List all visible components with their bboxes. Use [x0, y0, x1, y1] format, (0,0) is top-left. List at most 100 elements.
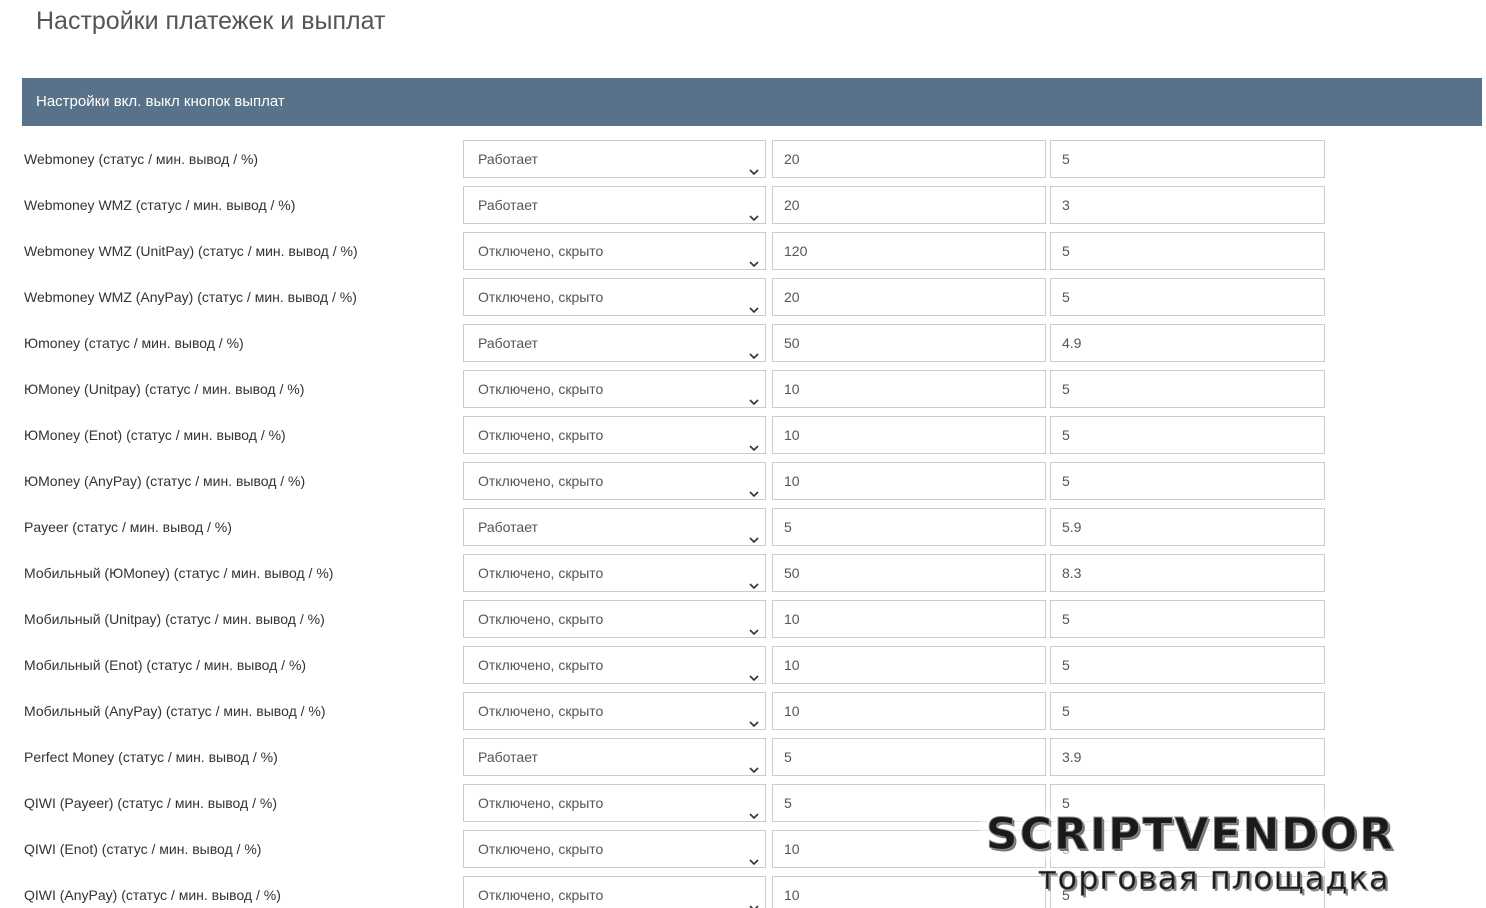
chevron-down-icon	[749, 568, 759, 590]
percent-input[interactable]: 5	[1050, 600, 1325, 638]
status-select[interactable]: Отключено, скрыто	[463, 370, 766, 408]
settings-row: Мобильный (AnyPay) (статус / мин. вывод …	[0, 688, 1486, 734]
panel-title: Настройки вкл. выкл кнопок выплат	[36, 93, 285, 110]
percent-input[interactable]: 5	[1050, 370, 1325, 408]
row-label: Webmoney WMZ (AnyPay) (статус / мин. выв…	[24, 289, 357, 305]
chevron-down-icon	[749, 292, 759, 314]
row-label: QIWI (Enot) (статус / мин. вывод / %)	[24, 841, 262, 857]
chevron-down-icon	[749, 660, 759, 682]
chevron-down-icon	[749, 246, 759, 268]
status-select[interactable]: Отключено, скрыто	[463, 830, 766, 868]
status-select[interactable]: Отключено, скрыто	[463, 278, 766, 316]
status-select-value: Отключено, скрыто	[478, 427, 604, 443]
row-label: Webmoney WMZ (статус / мин. вывод / %)	[24, 197, 296, 213]
row-label: ЮMoney (Enot) (статус / мин. вывод / %)	[24, 427, 286, 443]
row-label: ЮMoney (Unitpay) (статус / мин. вывод / …	[24, 381, 305, 397]
chevron-down-icon	[749, 752, 759, 774]
row-label: Юmoney (статус / мин. вывод / %)	[24, 335, 244, 351]
min-withdraw-input[interactable]: 10	[772, 600, 1046, 638]
min-withdraw-input[interactable]: 5	[772, 738, 1046, 776]
min-withdraw-input[interactable]: 50	[772, 324, 1046, 362]
min-withdraw-input[interactable]: 10	[772, 416, 1046, 454]
status-select[interactable]: Отключено, скрыто	[463, 232, 766, 270]
row-label: Perfect Money (статус / мин. вывод / %)	[24, 749, 278, 765]
min-withdraw-input[interactable]: 5	[772, 508, 1046, 546]
percent-input[interactable]: 5	[1050, 646, 1325, 684]
min-withdraw-input[interactable]: 10	[772, 692, 1046, 730]
chevron-down-icon	[749, 200, 759, 222]
min-withdraw-input[interactable]: 120	[772, 232, 1046, 270]
status-select-value: Отключено, скрыто	[478, 243, 604, 259]
percent-input[interactable]: 5	[1050, 416, 1325, 454]
status-select[interactable]: Работает	[463, 140, 766, 178]
status-select[interactable]: Отключено, скрыто	[463, 646, 766, 684]
settings-row: Мобильный (ЮMoney) (статус / мин. вывод …	[0, 550, 1486, 596]
status-select-value: Отключено, скрыто	[478, 795, 604, 811]
min-withdraw-input[interactable]: 10	[772, 876, 1046, 908]
settings-row: QIWI (Enot) (статус / мин. вывод / %) Отк…	[0, 826, 1486, 872]
settings-row: Webmoney (статус / мин. вывод / %) Работа…	[0, 136, 1486, 182]
percent-input[interactable]: 5	[1050, 140, 1325, 178]
status-select-value: Работает	[478, 519, 538, 535]
min-withdraw-input[interactable]: 10	[772, 830, 1046, 868]
min-withdraw-input[interactable]: 20	[772, 278, 1046, 316]
settings-row: Webmoney WMZ (UnitPay) (статус / мин. вы…	[0, 228, 1486, 274]
status-select[interactable]: Работает	[463, 324, 766, 362]
percent-input[interactable]: 5	[1050, 876, 1325, 908]
status-select[interactable]: Отключено, скрыто	[463, 876, 766, 908]
settings-row: ЮMoney (Unitpay) (статус / мин. вывод / …	[0, 366, 1486, 412]
row-label: Payeer (статус / мин. вывод / %)	[24, 519, 232, 535]
min-withdraw-input[interactable]: 10	[772, 370, 1046, 408]
status-select-value: Работает	[478, 197, 538, 213]
status-select[interactable]: Отключено, скрыто	[463, 784, 766, 822]
status-select[interactable]: Отключено, скрыто	[463, 692, 766, 730]
status-select-value: Работает	[478, 749, 538, 765]
min-withdraw-input[interactable]: 20	[772, 140, 1046, 178]
percent-input[interactable]: 5	[1050, 830, 1325, 868]
status-select[interactable]: Работает	[463, 738, 766, 776]
status-select-value: Отключено, скрыто	[478, 565, 604, 581]
panel-header: Настройки вкл. выкл кнопок выплат	[22, 78, 1482, 126]
status-select-value: Отключено, скрыто	[478, 657, 604, 673]
settings-row: ЮMoney (AnyPay) (статус / мин. вывод / %…	[0, 458, 1486, 504]
status-select-value: Отключено, скрыто	[478, 381, 604, 397]
min-withdraw-input[interactable]: 20	[772, 186, 1046, 224]
settings-row: ЮMoney (Enot) (статус / мин. вывод / %) О…	[0, 412, 1486, 458]
status-select[interactable]: Отключено, скрыто	[463, 416, 766, 454]
percent-input[interactable]: 3	[1050, 186, 1325, 224]
payment-settings-page: Настройки платежек и выплат Настройки вк…	[0, 0, 1486, 908]
settings-row: Webmoney WMZ (AnyPay) (статус / мин. выв…	[0, 274, 1486, 320]
percent-input[interactable]: 5	[1050, 278, 1325, 316]
status-select-value: Отключено, скрыто	[478, 887, 604, 903]
percent-input[interactable]: 5	[1050, 784, 1325, 822]
min-withdraw-input[interactable]: 5	[772, 784, 1046, 822]
row-label: Мобильный (AnyPay) (статус / мин. вывод …	[24, 703, 326, 719]
status-select-value: Отключено, скрыто	[478, 473, 604, 489]
chevron-down-icon	[749, 384, 759, 406]
status-select[interactable]: Отключено, скрыто	[463, 600, 766, 638]
percent-input[interactable]: 5	[1050, 692, 1325, 730]
status-select-value: Отключено, скрыто	[478, 289, 604, 305]
chevron-down-icon	[749, 890, 759, 908]
percent-input[interactable]: 4.9	[1050, 324, 1325, 362]
percent-input[interactable]: 5	[1050, 232, 1325, 270]
status-select-value: Отключено, скрыто	[478, 611, 604, 627]
chevron-down-icon	[749, 338, 759, 360]
status-select[interactable]: Работает	[463, 186, 766, 224]
row-label: Мобильный (Unitpay) (статус / мин. вывод…	[24, 611, 325, 627]
status-select[interactable]: Отключено, скрыто	[463, 462, 766, 500]
min-withdraw-input[interactable]: 50	[772, 554, 1046, 592]
percent-input[interactable]: 3.9	[1050, 738, 1325, 776]
page-title: Настройки платежек и выплат	[36, 7, 386, 35]
min-withdraw-input[interactable]: 10	[772, 646, 1046, 684]
percent-input[interactable]: 5.9	[1050, 508, 1325, 546]
chevron-down-icon	[749, 430, 759, 452]
percent-input[interactable]: 8.3	[1050, 554, 1325, 592]
min-withdraw-input[interactable]: 10	[772, 462, 1046, 500]
chevron-down-icon	[749, 706, 759, 728]
status-select[interactable]: Отключено, скрыто	[463, 554, 766, 592]
percent-input[interactable]: 5	[1050, 462, 1325, 500]
row-label: ЮMoney (AnyPay) (статус / мин. вывод / %…	[24, 473, 306, 489]
status-select[interactable]: Работает	[463, 508, 766, 546]
settings-row: QIWI (Payeer) (статус / мин. вывод / %) О…	[0, 780, 1486, 826]
